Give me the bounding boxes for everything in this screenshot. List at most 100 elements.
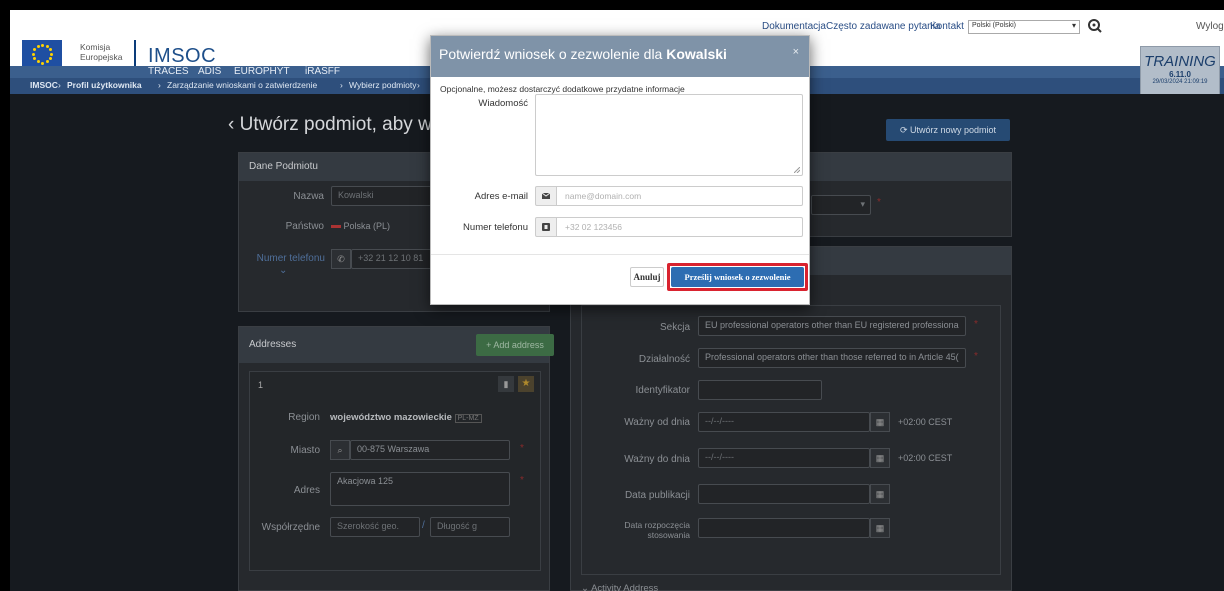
publication-field[interactable] — [698, 484, 870, 504]
envelope-icon — [535, 186, 557, 206]
contact-link[interactable]: Kontakt — [930, 21, 964, 32]
breadcrumb-select[interactable]: Wybierz podmioty — [349, 80, 416, 90]
nav-irasff[interactable]: iRASFF — [305, 66, 340, 77]
country-value: Polska (PL) — [331, 221, 390, 231]
pl-flag-icon — [331, 225, 341, 229]
calendar-icon[interactable]: ▦ — [870, 448, 890, 468]
modal-note: Opcjonalne, możesz dostarczyć dodatkowe … — [440, 84, 685, 94]
flag-star — [32, 52, 35, 56]
create-operator-button[interactable]: ⟳ Utwórz nowy podmiot — [886, 119, 1010, 141]
chevron-down-icon[interactable]: ⌄ — [279, 265, 287, 276]
browser-viewport: Dokumentacja Często zadawane pytania Kon… — [10, 10, 1224, 591]
valid-from-field[interactable]: --/--/---- — [698, 412, 870, 432]
cancel-button[interactable]: Anuluj — [630, 267, 664, 287]
back-chevron-icon[interactable]: ‹ — [228, 114, 234, 135]
region-label: Region — [288, 412, 320, 423]
phone-label[interactable]: Numer telefonu — [245, 253, 325, 264]
flag-star — [48, 48, 52, 51]
country-label: Państwo — [285, 221, 324, 232]
city-field[interactable]: 00-875 Warszawa — [350, 440, 510, 460]
email-field[interactable]: name@domain.com — [557, 186, 803, 206]
identifier-label: Identyfikator — [635, 385, 690, 396]
app-title: IMSOC — [148, 45, 217, 67]
calendar-icon[interactable]: ▦ — [870, 412, 890, 432]
nav-traces[interactable]: TRACES — [148, 66, 189, 77]
flag-star — [45, 60, 49, 64]
language-select[interactable]: Polski (Polski) ▾ — [968, 20, 1080, 34]
close-icon[interactable]: × — [793, 46, 799, 58]
name-field[interactable]: Kowalski — [331, 186, 441, 206]
commission-label: Komisja Europejska — [80, 42, 123, 62]
valid-to-label: Ważny do dnia — [624, 454, 690, 465]
breadcrumb-imsoc[interactable]: IMSOC — [30, 80, 58, 90]
section-select[interactable]: EU professional operators other than EU … — [698, 316, 966, 336]
add-address-button[interactable]: + Add address — [476, 334, 554, 356]
faq-link[interactable]: Często zadawane pytania — [826, 21, 941, 32]
publication-label: Data publikacji — [624, 490, 690, 501]
activity-address-toggle[interactable]: ⌄ Activity Address — [581, 583, 658, 591]
modal-footer-divider — [431, 254, 809, 255]
address-card: 1 ▮ ★ Region województwo mazowieckie PL-… — [249, 371, 541, 571]
address-index: 1 — [258, 380, 264, 390]
flag-star — [36, 60, 40, 64]
email-label: Adres e-mail — [474, 191, 528, 202]
breadcrumb-profile[interactable]: Profil użytkownika — [67, 80, 142, 90]
longitude-field[interactable]: Długość g — [430, 517, 510, 537]
chevron-down-icon: ⌄ — [581, 583, 589, 591]
latitude-field[interactable]: Szerokość geo. — [330, 517, 420, 537]
phone-icon — [535, 217, 557, 237]
addresses-panel: Addresses 1 ▮ ★ Region województwo mazow… — [238, 326, 550, 591]
timezone-label: +02:00 CEST — [898, 453, 953, 463]
address-field[interactable]: Akacjowa 125 — [330, 472, 510, 506]
search-icon: ⌕ — [330, 440, 350, 460]
region-value: województwo mazowieckie PL-MZ — [330, 412, 482, 423]
brand-divider — [134, 40, 136, 66]
language-value: Polski (Polski) — [972, 22, 1016, 29]
activity-card: Sekcja EU professional operators other t… — [581, 305, 1001, 575]
type-select[interactable]: ▾ — [811, 195, 871, 215]
flag-star — [41, 61, 44, 65]
message-textarea[interactable] — [535, 94, 803, 176]
flag-star — [50, 52, 53, 56]
address-label: Adres — [293, 485, 320, 496]
refresh-icon: ⟳ — [899, 125, 908, 135]
phone-field[interactable]: +32 21 12 10 81 — [351, 249, 441, 269]
phone-icon: ✆ — [331, 249, 351, 269]
logout-link[interactable]: Wylogu — [1196, 21, 1224, 32]
phone-label: Numer telefonu — [463, 222, 528, 233]
breadcrumb-approvals[interactable]: Zarządzanie wnioskami o zatwierdzenie — [167, 80, 317, 90]
page-title: ‹ Utwórz podmiot, aby wr — [228, 114, 439, 135]
help-icon[interactable] — [1087, 18, 1103, 34]
valid-from-label: Ważny od dnia — [624, 417, 690, 428]
docs-link[interactable]: Dokumentacja — [762, 21, 826, 32]
city-label: Miasto — [290, 445, 320, 456]
flag-star — [36, 44, 40, 48]
activity-select[interactable]: Professional operators other than those … — [698, 348, 966, 368]
flag-star — [33, 57, 37, 60]
identifier-field[interactable] — [698, 380, 822, 400]
calendar-icon[interactable]: ▦ — [870, 484, 890, 504]
phone-field[interactable]: +32 02 123456 — [557, 217, 803, 237]
start-date-label: Data rozpoczęcia stosowania — [624, 520, 690, 540]
message-label: Wiadomość — [478, 98, 528, 109]
modal-title: Potwierdź wniosek o zezwolenie dla Kowal… — [439, 46, 727, 62]
star-icon[interactable]: ★ — [518, 376, 534, 392]
calendar-icon[interactable]: ▦ — [870, 518, 890, 538]
coordinates-label: Współrzędne — [261, 522, 320, 533]
flag-star — [45, 44, 49, 48]
activity-label: Działalność — [638, 354, 690, 365]
timezone-label: +02:00 CEST — [898, 417, 953, 427]
nav-europhyt[interactable]: EUROPHYT — [234, 66, 290, 77]
trash-icon[interactable]: ▮ — [498, 376, 514, 392]
nav-adis[interactable]: ADIS — [198, 66, 221, 77]
submit-approval-button[interactable]: Prześlij wniosek o zezwolenie — [671, 267, 804, 287]
approval-request-modal: Potwierdź wniosek o zezwolenie dla Kowal… — [430, 35, 810, 305]
name-label: Nazwa — [293, 191, 324, 202]
section-label: Sekcja — [659, 322, 690, 333]
resize-handle-icon[interactable] — [794, 167, 800, 173]
chevron-down-icon: ▾ — [1071, 21, 1076, 30]
valid-to-field[interactable]: --/--/---- — [698, 448, 870, 468]
eu-flag-logo — [22, 40, 62, 68]
start-date-field[interactable] — [698, 518, 870, 538]
flag-star — [33, 48, 37, 51]
